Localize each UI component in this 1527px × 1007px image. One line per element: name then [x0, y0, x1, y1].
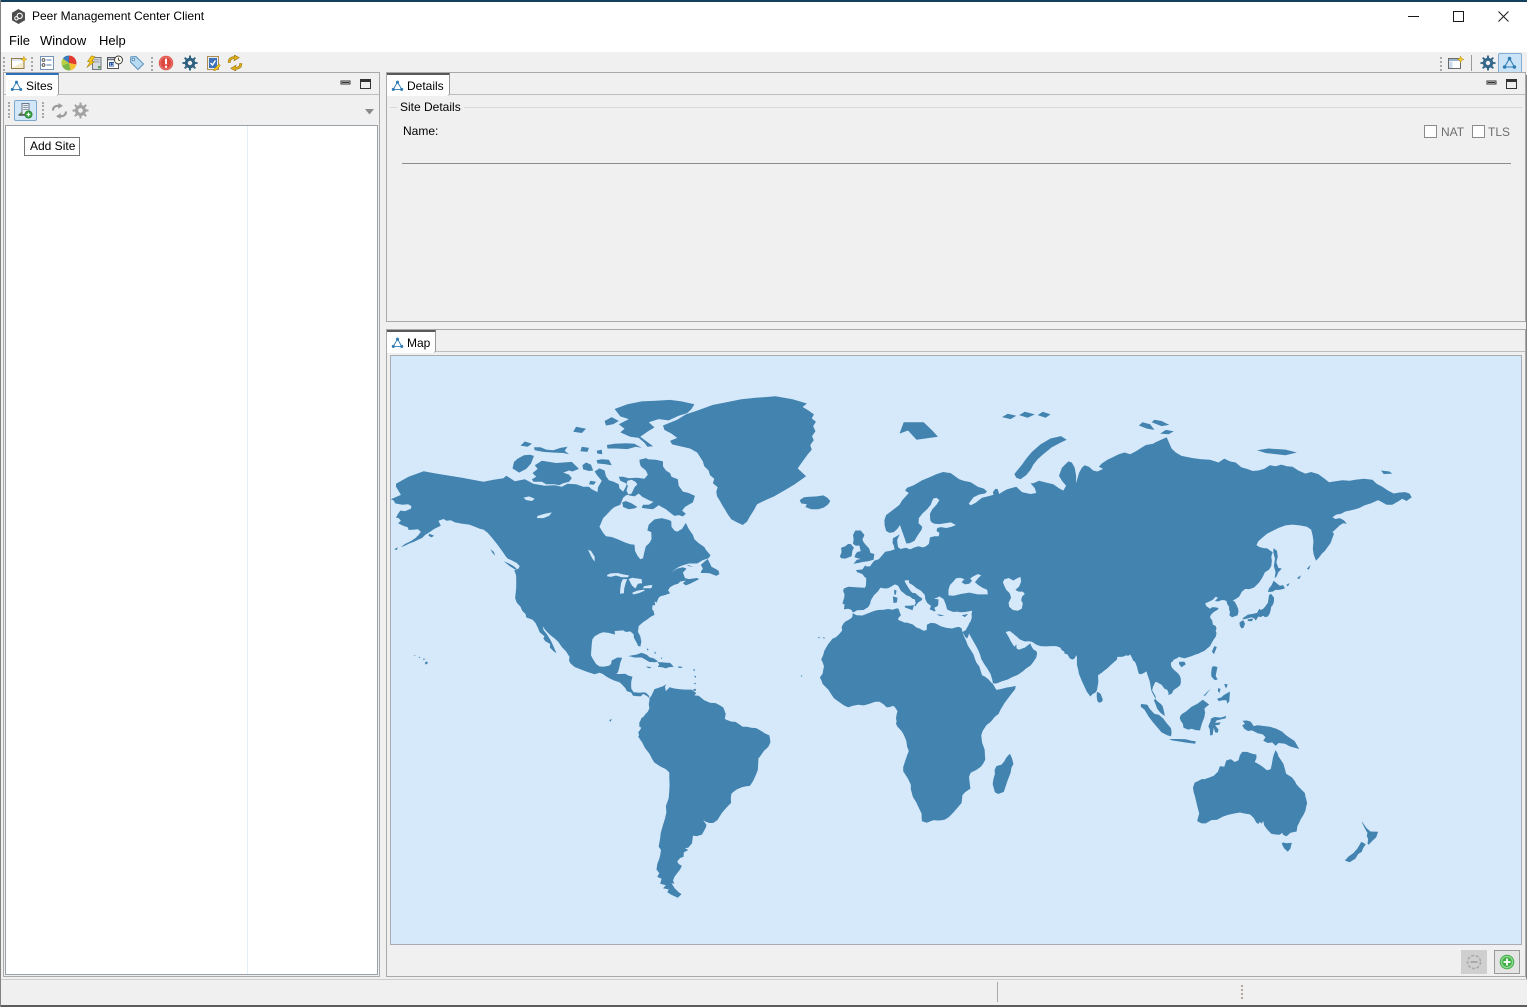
svg-text:12: 12 [109, 62, 115, 67]
